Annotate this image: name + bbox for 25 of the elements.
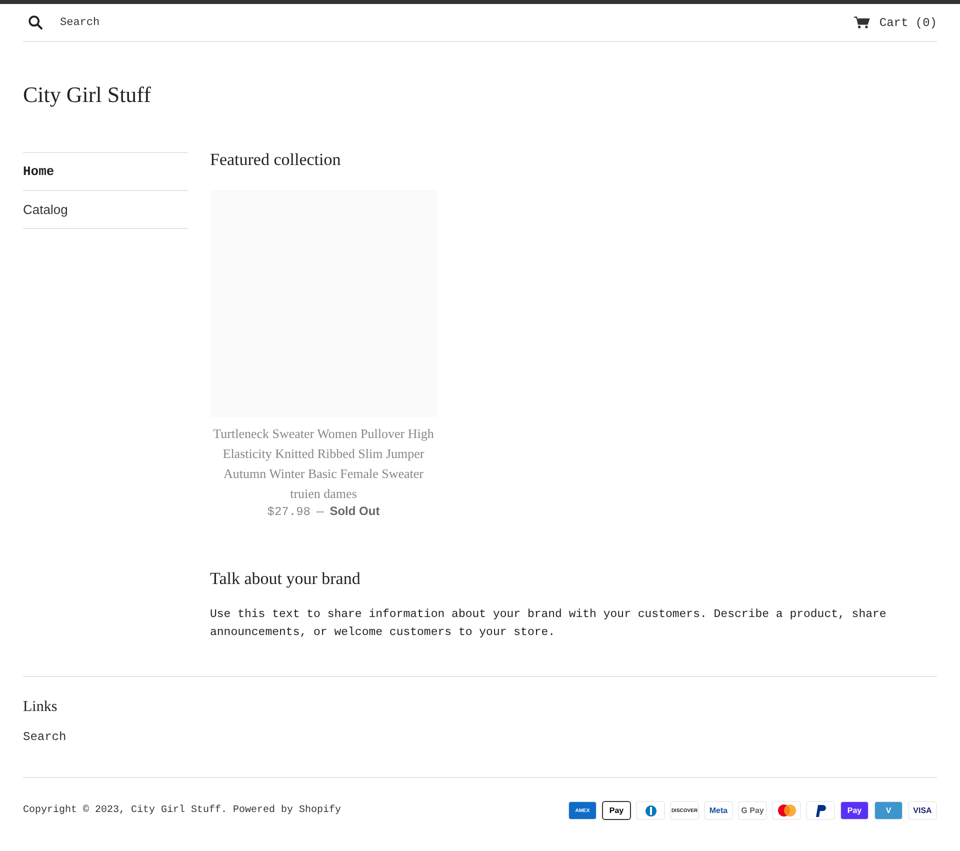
pay-card-icon xyxy=(636,801,665,820)
product-title[interactable]: Turtleneck Sweater Women Pullover High Elasticity Knitted Ribbed Slim Jumper Autumn Winter Basic Female Sweater truien dames xyxy=(210,424,437,504)
section-title: Talk about your brand xyxy=(210,569,362,589)
cart-link[interactable]: Cart (0) xyxy=(854,16,937,30)
search-icon[interactable] xyxy=(28,15,43,30)
separator-dash: — xyxy=(316,505,324,519)
store-logo[interactable]: City Girl Stuff xyxy=(23,82,937,108)
pay-card-icon xyxy=(772,801,801,820)
copyright-text: Copyright © 2023, City Girl Stuff. Powered by Shopify xyxy=(23,805,342,816)
pay-card-icon: V xyxy=(874,801,903,820)
section-title: Featured collection xyxy=(210,150,342,170)
sidebar-item[interactable]: Home xyxy=(23,153,188,191)
cart-icon[interactable] xyxy=(854,16,870,29)
footer-link[interactable]: Search xyxy=(23,730,937,744)
pay-card-icon: Pay xyxy=(602,801,631,820)
footer-heading: Links xyxy=(23,699,58,716)
sold-out-label: Sold Out xyxy=(330,504,380,518)
pay-card-icon: Meta xyxy=(704,801,733,820)
sidebar-item[interactable]: Catalog xyxy=(23,191,188,229)
brand-text: Use this text to share information about your brand with your customers. Describe a product, share announcements, or welcome customers to your store. xyxy=(210,607,888,641)
pay-card-icon: VISA xyxy=(908,801,937,820)
pay-card-icon: Pay xyxy=(840,801,869,820)
pay-card-icon: G Pay xyxy=(738,801,767,820)
pay-card-icon xyxy=(806,801,835,820)
product-price: $27.98 xyxy=(267,505,310,519)
